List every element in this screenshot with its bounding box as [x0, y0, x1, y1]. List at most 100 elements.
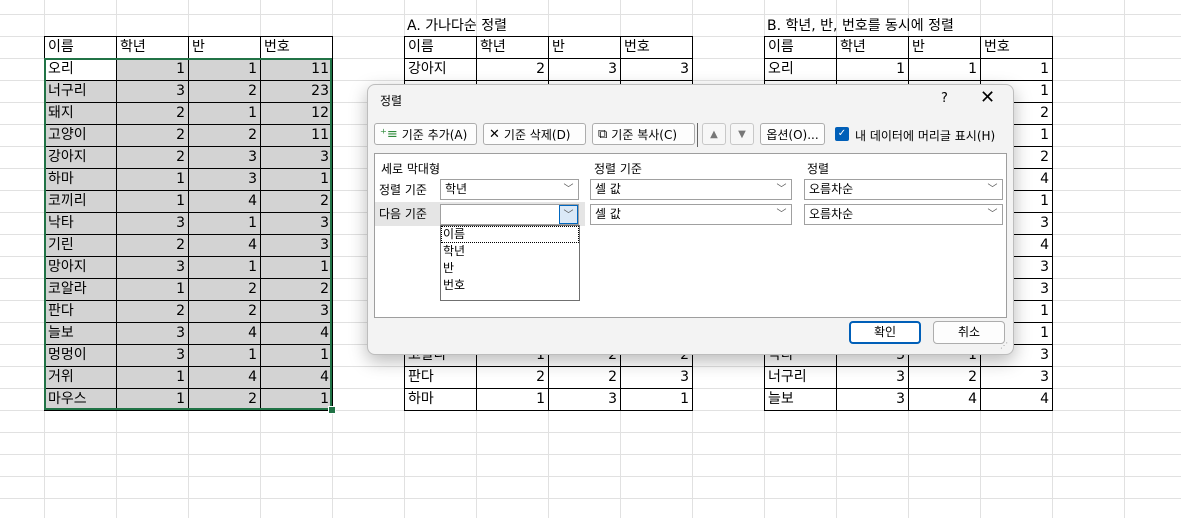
table-cell[interactable]: 3	[116, 80, 189, 103]
table-cell[interactable]: 3	[116, 256, 189, 279]
table-cell[interactable]: 3	[836, 388, 909, 411]
table-cell[interactable]: 강아지	[44, 146, 117, 169]
row1-column-select[interactable]: 학년 ﹀	[440, 179, 579, 200]
resize-grip-icon[interactable]: ⋰	[1000, 341, 1008, 350]
dropdown-option[interactable]: 학년	[441, 243, 579, 260]
table-cell[interactable]: 1	[188, 344, 261, 367]
header-cell[interactable]: 반	[908, 36, 981, 59]
table-cell[interactable]: 4	[260, 322, 333, 345]
header-cell[interactable]: 번호	[980, 36, 1053, 59]
table-cell[interactable]: 4	[188, 366, 261, 389]
table-cell[interactable]: 12	[260, 102, 333, 125]
table-cell[interactable]: 코알라	[44, 278, 117, 301]
table-cell[interactable]: 돼지	[44, 102, 117, 125]
table-cell[interactable]: 고양이	[44, 124, 117, 147]
header-cell[interactable]: 학년	[116, 36, 189, 59]
header-cell[interactable]: 학년	[836, 36, 909, 59]
table-cell[interactable]: 1	[188, 212, 261, 235]
table-cell[interactable]: 강아지	[404, 58, 477, 81]
table-cell[interactable]: 4	[908, 388, 981, 411]
table-cell[interactable]: 2	[548, 366, 621, 389]
move-up-button[interactable]: ▲	[702, 123, 726, 145]
help-button[interactable]: ?	[941, 91, 948, 106]
row2-column-select[interactable]: ﹀	[440, 204, 579, 225]
table-cell[interactable]: 11	[260, 124, 333, 147]
table-cell[interactable]: 4	[188, 234, 261, 257]
table-cell[interactable]: 1	[908, 58, 981, 81]
table-cell[interactable]: 1	[620, 388, 693, 411]
table-cell[interactable]: 2	[116, 102, 189, 125]
data-table-original[interactable]: 이름 학년 반 번호 오리 1 1 11 너구리 3 2 23 돼지 2 1 12 고양이 2 2 11 강아지 2 3 3 하…	[44, 36, 333, 411]
table-cell[interactable]: 너구리	[764, 366, 837, 389]
table-cell[interactable]: 코끼리	[44, 190, 117, 213]
dropdown-option[interactable]: 이름	[441, 226, 579, 243]
table-cell[interactable]: 11	[260, 58, 333, 81]
table-cell[interactable]: 2	[116, 234, 189, 257]
table-cell[interactable]: 2	[260, 278, 333, 301]
table-cell[interactable]: 오리	[44, 58, 117, 81]
table-cell[interactable]: 2	[188, 80, 261, 103]
table-cell[interactable]: 2	[188, 388, 261, 411]
dropdown-option[interactable]: 번호	[441, 277, 579, 294]
table-cell[interactable]: 2	[188, 124, 261, 147]
move-down-button[interactable]: ▼	[730, 123, 754, 145]
table-cell[interactable]: 판다	[44, 300, 117, 323]
table-cell[interactable]: 2	[260, 190, 333, 213]
row1-sort-on-select[interactable]: 셀 값 ﹀	[590, 179, 792, 200]
table-cell[interactable]: 오리	[764, 58, 837, 81]
table-cell[interactable]: 3	[620, 366, 693, 389]
ok-button[interactable]: 확인	[849, 321, 921, 344]
table-cell[interactable]: 3	[116, 212, 189, 235]
table-cell[interactable]: 기린	[44, 234, 117, 257]
table-cell[interactable]: 늘보	[764, 388, 837, 411]
table-cell[interactable]: 거위	[44, 366, 117, 389]
table-cell[interactable]: 3	[116, 322, 189, 345]
header-cell[interactable]: 번호	[260, 36, 333, 59]
table-cell[interactable]: 1	[476, 388, 549, 411]
table-cell[interactable]: 1	[836, 58, 909, 81]
row1-order-select[interactable]: 오름차순 ﹀	[804, 179, 1003, 200]
table-cell[interactable]: 3	[260, 212, 333, 235]
table-cell[interactable]: 4	[260, 366, 333, 389]
dropdown-option[interactable]: 반	[441, 260, 579, 277]
table-cell[interactable]: 2	[476, 58, 549, 81]
header-cell[interactable]: 이름	[764, 36, 837, 59]
options-button[interactable]: 옵션(O)...	[760, 123, 825, 145]
table-cell[interactable]: 3	[188, 146, 261, 169]
table-cell[interactable]: 3	[620, 58, 693, 81]
table-cell[interactable]: 1	[116, 190, 189, 213]
table-cell[interactable]: 1	[116, 278, 189, 301]
table-cell[interactable]: 4	[980, 388, 1053, 411]
table-cell[interactable]: 멍멍이	[44, 344, 117, 367]
table-cell[interactable]: 1	[116, 168, 189, 191]
header-cell[interactable]: 이름	[44, 36, 117, 59]
table-cell[interactable]: 2	[116, 300, 189, 323]
table-cell[interactable]: 3	[188, 168, 261, 191]
close-button[interactable]: ✕	[980, 87, 995, 108]
table-cell[interactable]: 3	[548, 388, 621, 411]
table-cell[interactable]: 1	[188, 58, 261, 81]
table-cell[interactable]: 1	[188, 256, 261, 279]
table-cell[interactable]: 1	[260, 256, 333, 279]
table-cell[interactable]: 낙타	[44, 212, 117, 235]
table-cell[interactable]: 3	[980, 366, 1053, 389]
header-cell[interactable]: 반	[188, 36, 261, 59]
table-cell[interactable]: 1	[260, 168, 333, 191]
table-cell[interactable]: 마우스	[44, 388, 117, 411]
table-cell[interactable]: 너구리	[44, 80, 117, 103]
add-level-button[interactable]: ⁺≡ 기준 추가(A)	[374, 123, 477, 145]
header-checkbox[interactable]: ✓	[835, 127, 849, 141]
table-cell[interactable]: 3	[260, 300, 333, 323]
header-cell[interactable]: 번호	[620, 36, 693, 59]
table-cell[interactable]: 2	[116, 146, 189, 169]
table-cell[interactable]: 2	[188, 278, 261, 301]
table-cell[interactable]: 1	[116, 388, 189, 411]
table-cell[interactable]: 1	[116, 366, 189, 389]
row2-sort-on-select[interactable]: 셀 값 ﹀	[590, 204, 792, 225]
table-cell[interactable]: 23	[260, 80, 333, 103]
table-cell[interactable]: 4	[188, 190, 261, 213]
header-cell[interactable]: 반	[548, 36, 621, 59]
table-cell[interactable]: 1	[980, 58, 1053, 81]
table-cell[interactable]: 4	[188, 322, 261, 345]
table-cell[interactable]: 1	[188, 102, 261, 125]
